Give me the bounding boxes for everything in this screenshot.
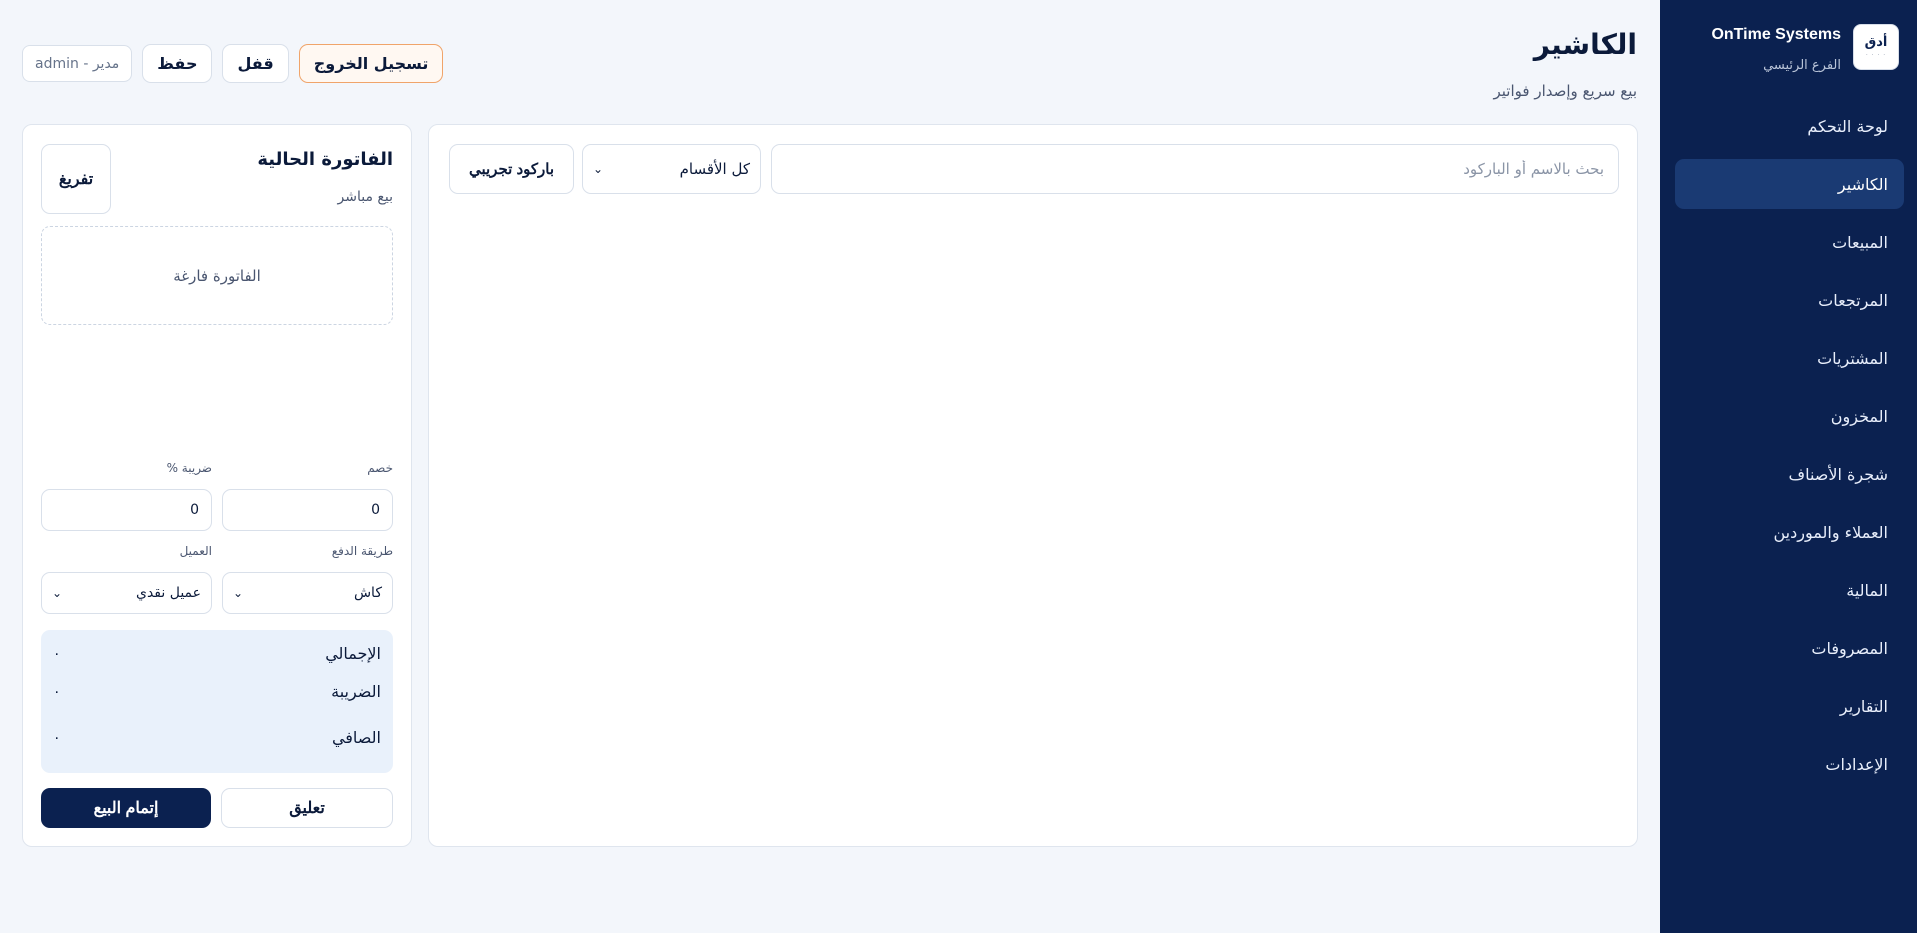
brand-name: OnTime Systems [1711,26,1841,43]
sidebar-item-label: المبيعات [1832,232,1888,252]
sidebar-item-reports[interactable]: التقارير [1675,681,1904,731]
sidebar-nav: لوحة التحكم الكاشير المبيعات المرتجعات ا… [1675,101,1904,797]
page-title: الكاشير [1533,28,1637,61]
invoice-empty-state: الفاتورة فارغة [41,226,393,325]
chevron-down-icon: ⌄ [233,586,244,600]
tax-value: ٠ [53,683,61,700]
sidebar-item-customers-suppliers[interactable]: العملاء والموردين [1675,507,1904,557]
sidebar-item-label: الكاشير [1837,174,1888,194]
sidebar-item-returns[interactable]: المرتجعات [1675,275,1904,325]
lock-button[interactable]: قفل [222,44,289,83]
sidebar-item-label: التقارير [1839,696,1888,716]
brand: أدق · · · · OnTime Systems الفرع الرئيسي [1677,24,1899,76]
page-subtitle: بيع سريع وإصدار فواتير [1493,82,1638,100]
sidebar-item-item-tree[interactable]: شجرة الأصناف [1675,449,1904,499]
tax-label: الضريبة [331,682,381,701]
save-button[interactable]: حفظ [142,44,213,83]
logout-button[interactable]: تسجيل الخروج [298,44,444,83]
topbar: admin - مدير حفظ قفل تسجيل الخروج [22,44,444,83]
sidebar-item-purchases[interactable]: المشتريات [1675,333,1904,383]
tax-row: الضريبة ٠ [53,682,381,701]
net-row: الصافي ٠ [53,728,381,747]
invoice-panel: الفاتورة الحالية بيع مباشر تفريغ الفاتور… [22,124,412,847]
complete-sale-button[interactable]: إتمام البيع [41,788,211,828]
sidebar-item-label: المرتجعات [1818,290,1888,310]
sidebar-item-label: العملاء والموردين [1773,522,1889,542]
invoice-subtitle: بيع مباشر [337,189,393,205]
discount-input[interactable] [222,489,393,531]
sidebar-item-inventory[interactable]: المخزون [1675,391,1904,441]
sidebar: أدق · · · · OnTime Systems الفرع الرئيسي… [1660,0,1917,933]
chevron-down-icon: ⌄ [593,162,604,176]
chevron-down-icon: ⌄ [52,586,63,600]
customer-select[interactable]: عميل نقدي ⌄ [41,572,212,614]
discount-label: خصم [367,461,393,475]
invoice-totals: الإجمالي ٠ الضريبة ٠ الصافي ٠ [41,630,393,773]
payment-method-select[interactable]: كاش ⌄ [222,572,393,614]
payment-method-value: كاش [353,585,382,601]
logo-text: أدق [1864,34,1888,50]
sidebar-item-label: لوحة التحكم [1807,116,1888,136]
sidebar-item-label: المخزون [1830,406,1888,426]
payment-method-label: طريقة الدفع [331,544,393,558]
products-panel: كل الأقسام ⌄ باركود تجريبي [428,124,1638,847]
tax-percent-input[interactable] [41,489,212,531]
total-row: الإجمالي ٠ [53,644,381,663]
customer-label: العميل [179,544,212,558]
logo-subtext: · · · · [1865,51,1887,59]
brand-logo-icon: أدق · · · · [1853,24,1899,70]
current-user-badge: admin - مدير [22,45,133,82]
tax-percent-label: ضريبة % [166,461,212,475]
hold-invoice-button[interactable]: تعليق [221,788,393,828]
customer-value: عميل نقدي [135,585,201,601]
sidebar-item-cashier[interactable]: الكاشير [1675,159,1904,209]
demo-barcode-button[interactable]: باركود تجريبي [449,144,574,194]
invoice-title: الفاتورة الحالية [257,149,393,170]
net-label: الصافي [331,728,381,747]
sidebar-item-sales[interactable]: المبيعات [1675,217,1904,267]
total-value: ٠ [53,645,61,662]
clear-invoice-button[interactable]: تفريغ [41,144,111,214]
sidebar-item-label: المصروفات [1811,638,1888,658]
category-select-value: كل الأقسام [679,160,750,178]
sidebar-item-label: المشتريات [1817,348,1888,368]
sidebar-item-dashboard[interactable]: لوحة التحكم [1675,101,1904,151]
category-select[interactable]: كل الأقسام ⌄ [582,144,761,194]
search-input[interactable] [771,144,1619,194]
sidebar-item-settings[interactable]: الإعدادات [1675,739,1904,789]
net-value: ٠ [53,729,61,746]
sidebar-item-label: المالية [1846,580,1888,600]
brand-branch: الفرع الرئيسي [1763,58,1841,73]
sidebar-item-label: الإعدادات [1825,754,1888,774]
sidebar-item-label: شجرة الأصناف [1788,464,1888,484]
total-label: الإجمالي [325,644,381,663]
sidebar-item-finance[interactable]: المالية [1675,565,1904,615]
sidebar-item-expenses[interactable]: المصروفات [1675,623,1904,673]
